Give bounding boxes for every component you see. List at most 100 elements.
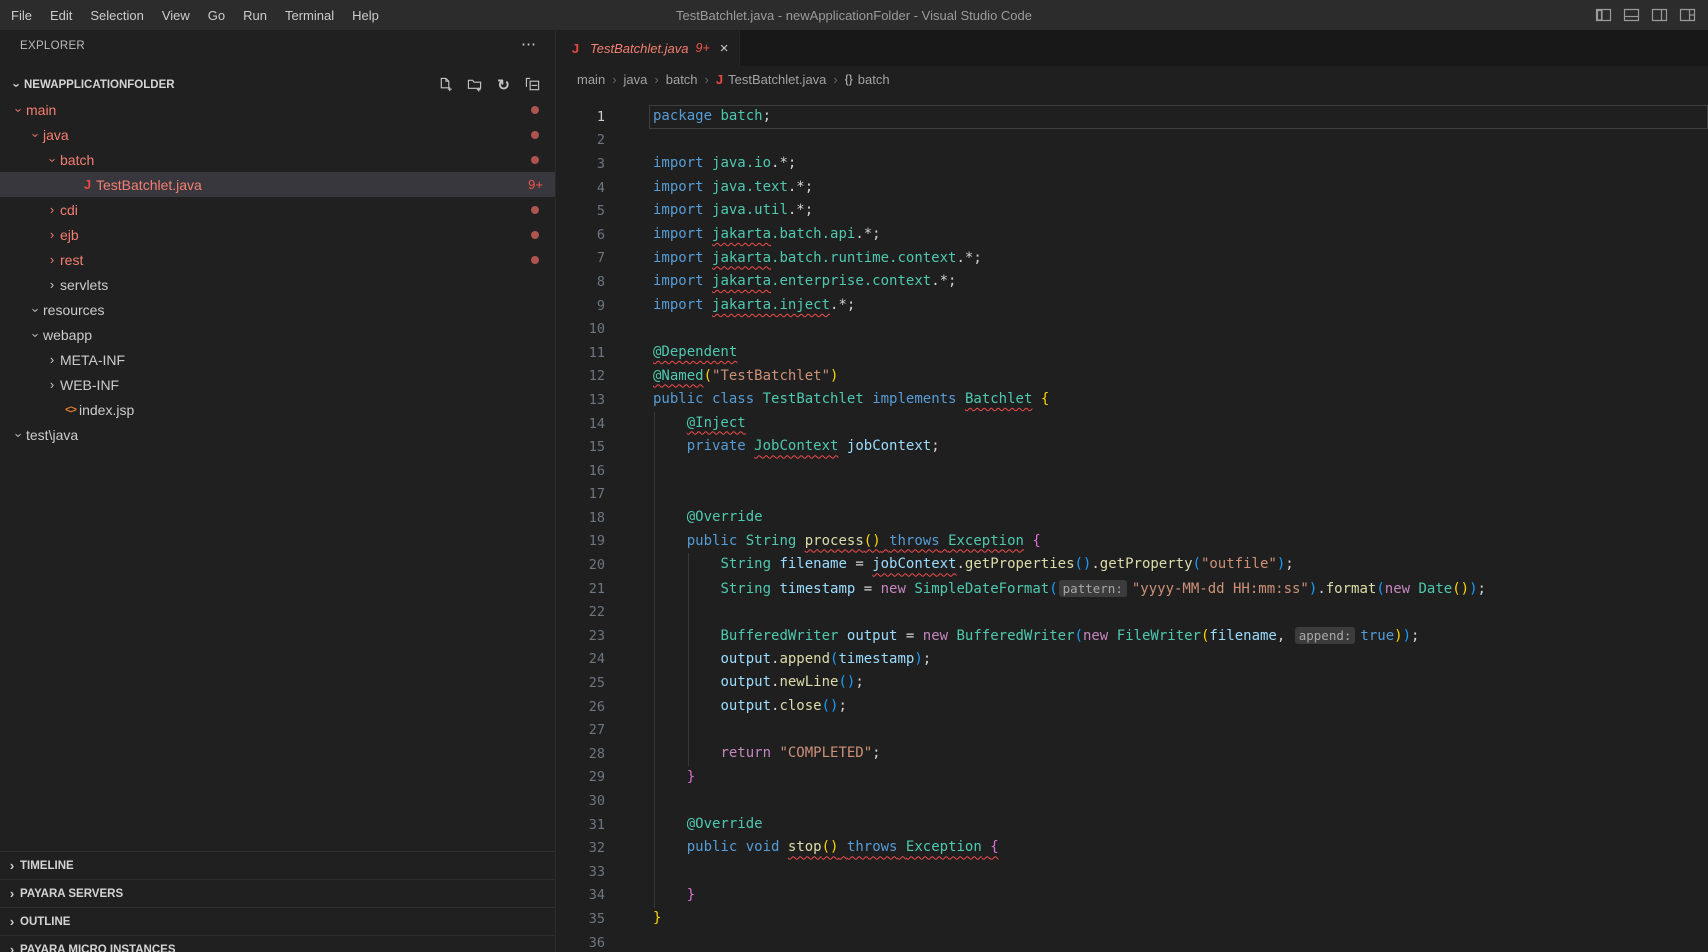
code-line[interactable]: 19 public String process() throws Except… [557, 530, 1708, 554]
breadcrumb-item-main[interactable]: main [577, 72, 605, 87]
tree-item-meta-inf[interactable]: ›META-INF [0, 347, 555, 372]
new-folder-icon[interactable] [466, 76, 483, 93]
tree-item-testbatchlet-java[interactable]: JTestBatchlet.java9+ [0, 172, 555, 197]
line-number[interactable]: 17 [557, 486, 605, 502]
menu-help[interactable]: Help [343, 0, 388, 30]
line-number[interactable]: 30 [557, 793, 605, 809]
tree-item-resources[interactable]: ›resources [0, 297, 555, 322]
sidebar-section-payara-micro-instances[interactable]: ›PAYARA MICRO INSTANCES [0, 935, 555, 952]
customize-layout-icon[interactable] [1679, 8, 1696, 22]
tab-testbatchlet[interactable]: J TestBatchlet.java 9+ × [557, 30, 740, 66]
line-number[interactable]: 1 [557, 109, 605, 125]
code-line[interactable]: 3import java.io.*; [557, 152, 1708, 176]
collapse-all-icon[interactable] [524, 76, 541, 93]
breadcrumb-item-batch[interactable]: {}batch [845, 72, 890, 87]
line-number[interactable]: 25 [557, 675, 605, 691]
tree-item-test-java[interactable]: ›test\java [0, 422, 555, 447]
code-line[interactable]: 35} [557, 907, 1708, 931]
menu-edit[interactable]: Edit [41, 0, 81, 30]
code-line[interactable]: 22 [557, 600, 1708, 624]
line-number[interactable]: 6 [557, 227, 605, 243]
code-line[interactable]: 14 @Inject [557, 412, 1708, 436]
sidebar-section-timeline[interactable]: ›TIMELINE [0, 851, 555, 879]
code-line[interactable]: 4import java.text.*; [557, 176, 1708, 200]
line-number[interactable]: 26 [557, 699, 605, 715]
menu-file[interactable]: File [2, 0, 41, 30]
code-line[interactable]: 18 @Override [557, 506, 1708, 530]
code-line[interactable]: 33 [557, 860, 1708, 884]
code-line[interactable]: 11@Dependent [557, 341, 1708, 365]
code-line[interactable]: 10 [557, 317, 1708, 341]
tree-item-main[interactable]: ›main [0, 97, 555, 122]
code-editor[interactable]: 1package batch; 2 3import java.io.*;4impor… [557, 92, 1708, 952]
line-number[interactable]: 31 [557, 817, 605, 833]
line-number[interactable]: 5 [557, 203, 605, 219]
line-number[interactable]: 15 [557, 439, 605, 455]
sidebar-section-payara-servers[interactable]: ›PAYARA SERVERS [0, 879, 555, 907]
line-number[interactable]: 16 [557, 463, 605, 479]
code-line[interactable]: 25 output.newLine(); [557, 671, 1708, 695]
line-number[interactable]: 32 [557, 840, 605, 856]
breadcrumb-item-batch[interactable]: batch [666, 72, 698, 87]
line-number[interactable]: 2 [557, 132, 605, 148]
code-line[interactable]: 30 [557, 789, 1708, 813]
tree-item-webapp[interactable]: ›webapp [0, 322, 555, 347]
more-actions-icon[interactable]: ⋯ [521, 40, 537, 50]
code-line[interactable]: 26 output.close(); [557, 695, 1708, 719]
line-number[interactable]: 23 [557, 628, 605, 644]
code-line[interactable]: 20 String filename = jobContext.getPrope… [557, 553, 1708, 577]
line-number[interactable]: 9 [557, 298, 605, 314]
toggle-primary-sidebar-icon[interactable] [1595, 8, 1612, 22]
line-number[interactable]: 13 [557, 392, 605, 408]
refresh-icon[interactable]: ↻ [495, 76, 512, 93]
tree-item-web-inf[interactable]: ›WEB-INF [0, 372, 555, 397]
line-number[interactable]: 34 [557, 887, 605, 903]
sidebar-section-outline[interactable]: ›OUTLINE [0, 907, 555, 935]
line-number[interactable]: 18 [557, 510, 605, 526]
line-number[interactable]: 14 [557, 416, 605, 432]
code-line[interactable]: 7import jakarta.batch.runtime.context.*; [557, 247, 1708, 271]
breadcrumb-item-testbatchlet-java[interactable]: JTestBatchlet.java [716, 72, 827, 87]
new-file-icon[interactable] [437, 76, 454, 93]
code-line[interactable]: 8import jakarta.enterprise.context.*; [557, 270, 1708, 294]
line-number[interactable]: 4 [557, 180, 605, 196]
line-number[interactable]: 28 [557, 746, 605, 762]
code-line[interactable]: 27 [557, 718, 1708, 742]
tree-item-index-jsp[interactable]: <>index.jsp [0, 397, 555, 422]
line-number[interactable]: 20 [557, 557, 605, 573]
toggle-panel-icon[interactable] [1623, 8, 1640, 22]
tree-item-ejb[interactable]: ›ejb [0, 222, 555, 247]
code-line[interactable]: 1package batch; [557, 105, 1708, 129]
menu-terminal[interactable]: Terminal [276, 0, 343, 30]
toggle-secondary-sidebar-icon[interactable] [1651, 8, 1668, 22]
code-line[interactable]: 2 [557, 129, 1708, 153]
code-line[interactable]: 6import jakarta.batch.api.*; [557, 223, 1708, 247]
line-number[interactable]: 27 [557, 722, 605, 738]
line-number[interactable]: 29 [557, 769, 605, 785]
menu-run[interactable]: Run [234, 0, 276, 30]
code-line[interactable]: 21 String timestamp = new SimpleDateForm… [557, 577, 1708, 601]
line-number[interactable]: 36 [557, 935, 605, 951]
line-number[interactable]: 22 [557, 604, 605, 620]
line-number[interactable]: 11 [557, 345, 605, 361]
close-icon[interactable]: × [720, 40, 729, 57]
menu-go[interactable]: Go [199, 0, 234, 30]
code-line[interactable]: 36 [557, 931, 1708, 952]
code-line[interactable]: 17 [557, 483, 1708, 507]
menu-view[interactable]: View [153, 0, 199, 30]
line-number[interactable]: 35 [557, 911, 605, 927]
line-number[interactable]: 3 [557, 156, 605, 172]
tree-item-batch[interactable]: ›batch [0, 147, 555, 172]
tree-item-servlets[interactable]: ›servlets [0, 272, 555, 297]
tree-item-java[interactable]: ›java [0, 122, 555, 147]
workspace-root[interactable]: ›NEWAPPLICATIONFOLDER↻ [0, 72, 555, 97]
code-line[interactable]: 31 @Override [557, 813, 1708, 837]
line-number[interactable]: 33 [557, 864, 605, 880]
menu-selection[interactable]: Selection [81, 0, 152, 30]
code-line[interactable]: 9import jakarta.inject.*; [557, 294, 1708, 318]
line-number[interactable]: 7 [557, 250, 605, 266]
line-number[interactable]: 10 [557, 321, 605, 337]
code-line[interactable]: 29 } [557, 766, 1708, 790]
code-line[interactable]: 28 return "COMPLETED"; [557, 742, 1708, 766]
code-line[interactable]: 34 } [557, 884, 1708, 908]
